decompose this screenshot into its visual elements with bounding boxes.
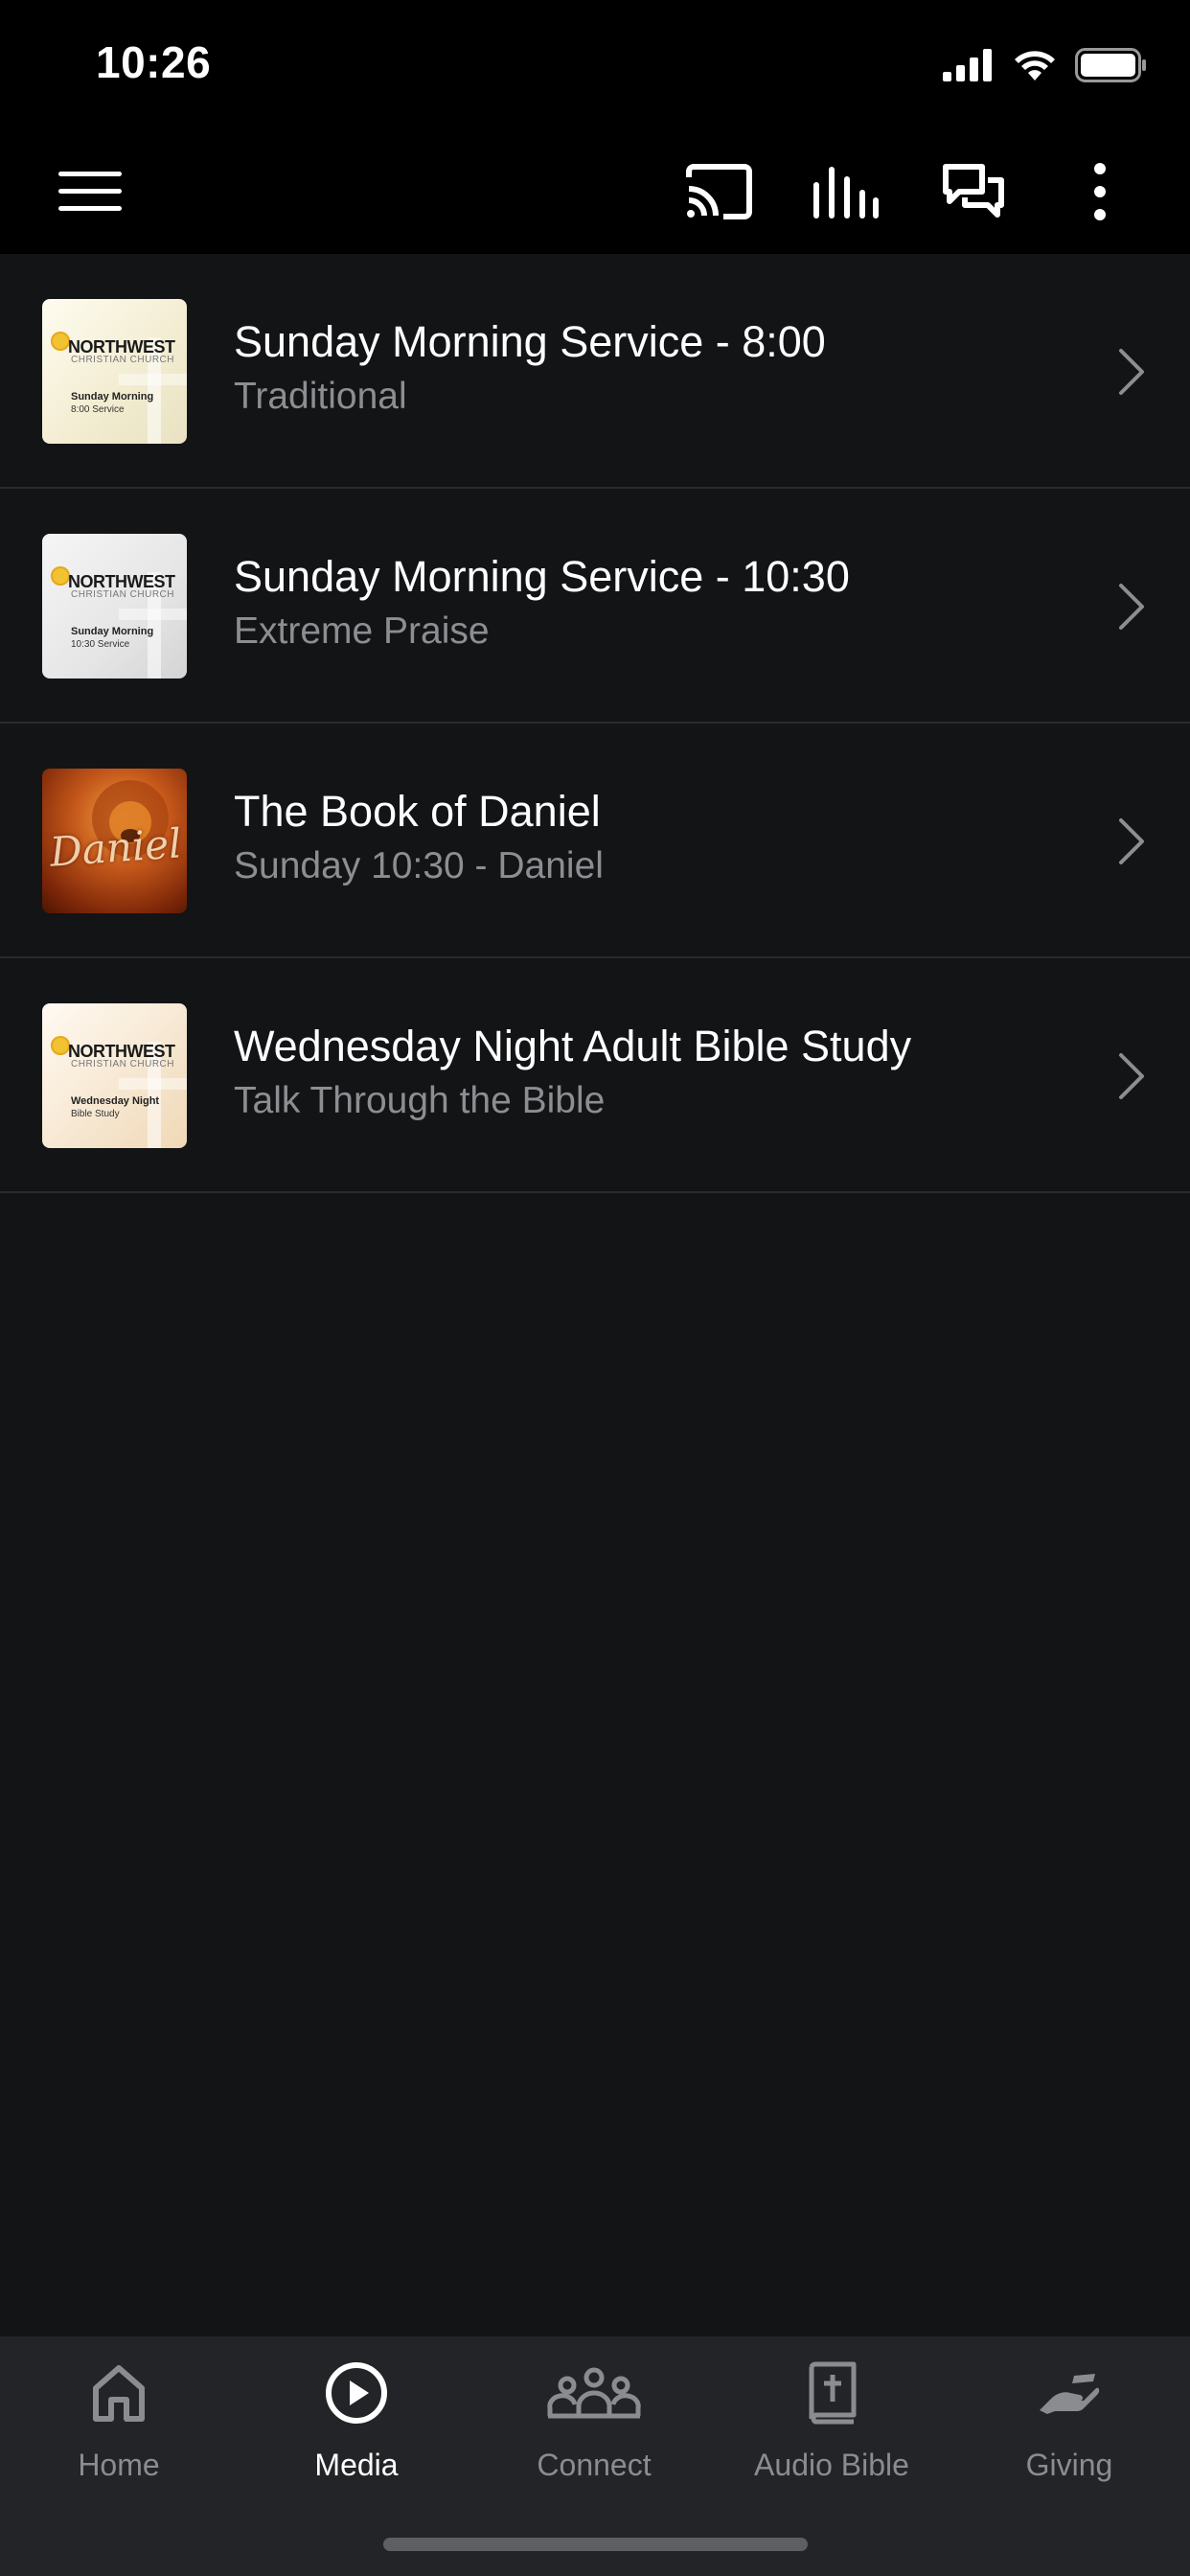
tab-connect[interactable]: Connect <box>475 2358 713 2501</box>
tab-label: Giving <box>1025 2448 1113 2482</box>
tab-label: Home <box>78 2448 160 2482</box>
tab-label: Media <box>314 2448 399 2482</box>
series-thumbnail: Daniel <box>42 769 187 913</box>
media-list: NORTHWEST CHRISTIAN CHURCH Sunday Mornin… <box>0 254 1190 1193</box>
hamburger-menu-icon[interactable] <box>52 158 128 225</box>
audio-bars-icon[interactable] <box>807 158 883 225</box>
tab-audio-bible[interactable]: Audio Bible <box>713 2358 950 2501</box>
status-icons <box>943 46 1148 84</box>
chat-icon[interactable] <box>935 158 1012 225</box>
list-item-subtitle: Extreme Praise <box>234 610 490 652</box>
series-thumbnail: NORTHWEST CHRISTIAN CHURCH Sunday Mornin… <box>42 299 187 444</box>
sun-logo-icon <box>51 332 70 351</box>
cellular-signal-icon <box>943 49 992 81</box>
battery-icon <box>1075 48 1146 82</box>
status-time: 10:26 <box>96 37 212 87</box>
play-circle-icon <box>326 2362 387 2424</box>
list-item-title: Sunday Morning Service - 10:30 <box>234 552 850 601</box>
wifi-icon <box>1015 51 1055 80</box>
list-item[interactable]: Daniel The Book of Daniel Sunday 10:30 -… <box>0 724 1190 958</box>
sun-logo-icon <box>51 566 70 586</box>
status-bar: 10:26 <box>0 0 1190 129</box>
home-icon <box>93 2365 145 2422</box>
chevron-right-icon <box>1119 1053 1144 1099</box>
cast-icon[interactable] <box>680 158 757 225</box>
list-item[interactable]: NORTHWEST CHRISTIAN CHURCH Sunday Mornin… <box>0 489 1190 724</box>
chevron-right-icon <box>1119 349 1144 395</box>
app-header <box>0 129 1190 254</box>
home-indicator[interactable] <box>383 2538 808 2551</box>
list-item-subtitle: Traditional <box>234 376 407 417</box>
chevron-right-icon <box>1119 818 1144 864</box>
people-group-icon <box>547 2367 641 2419</box>
tab-media[interactable]: Media <box>238 2358 475 2501</box>
tab-giving[interactable]: Giving <box>950 2358 1188 2501</box>
list-item[interactable]: NORTHWEST CHRISTIAN CHURCH Wednesday Nig… <box>0 958 1190 1193</box>
chevron-right-icon <box>1119 584 1144 630</box>
sun-logo-icon <box>51 1036 70 1055</box>
list-item-subtitle: Talk Through the Bible <box>234 1080 606 1121</box>
list-item-title: Wednesday Night Adult Bible Study <box>234 1022 912 1070</box>
series-thumbnail: NORTHWEST CHRISTIAN CHURCH Sunday Mornin… <box>42 534 187 678</box>
tab-home[interactable]: Home <box>0 2358 238 2501</box>
tab-label: Audio Bible <box>754 2448 909 2482</box>
list-item-subtitle: Sunday 10:30 - Daniel <box>234 845 604 886</box>
list-item-title: The Book of Daniel <box>234 787 601 836</box>
giving-hand-icon <box>1040 2374 1100 2414</box>
bible-icon <box>809 2361 857 2425</box>
list-item[interactable]: NORTHWEST CHRISTIAN CHURCH Sunday Mornin… <box>0 254 1190 489</box>
more-vertical-icon[interactable] <box>1062 158 1138 225</box>
series-thumbnail: NORTHWEST CHRISTIAN CHURCH Wednesday Nig… <box>42 1003 187 1148</box>
list-item-title: Sunday Morning Service - 8:00 <box>234 317 826 366</box>
tab-label: Connect <box>537 2448 652 2482</box>
